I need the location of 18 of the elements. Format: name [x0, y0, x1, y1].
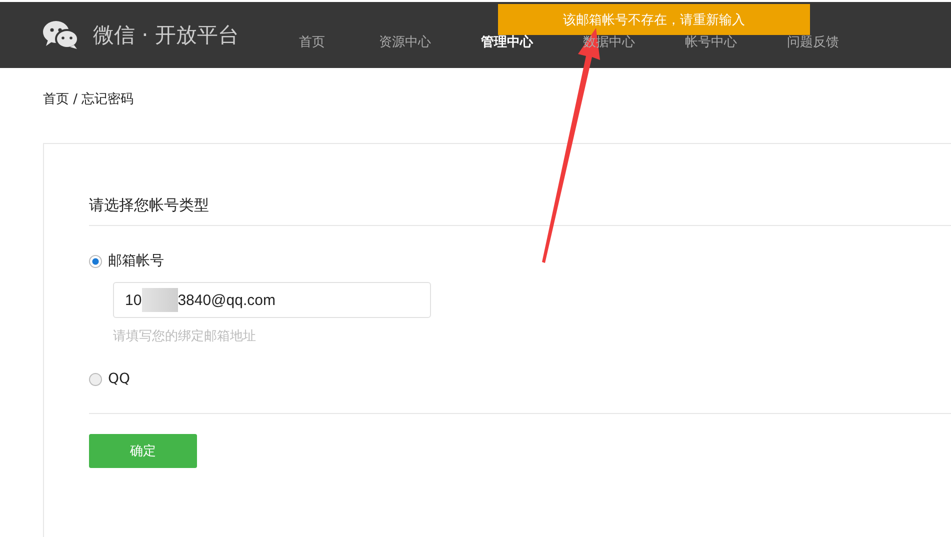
- redaction-blur: [142, 288, 178, 312]
- nav-tab[interactable]: 管理中心: [481, 35, 584, 51]
- nav-tab[interactable]: 资源中心: [379, 35, 482, 51]
- option-label: QQ: [108, 371, 130, 387]
- radio-button[interactable]: [89, 254, 102, 268]
- field-hint: 请填写您的绑定邮箱地址: [113, 328, 257, 345]
- confirm-button[interactable]: 确定: [89, 434, 197, 468]
- nav-tab[interactable]: 问题反馈: [787, 35, 890, 51]
- breadcrumb: 首页 / 忘记密码: [43, 91, 135, 109]
- chat-bubbles-icon: [43, 20, 79, 50]
- nav-tab[interactable]: 首页: [299, 35, 380, 51]
- email-field[interactable]: 10 3840@qq.com: [113, 282, 431, 318]
- error-toast: 该邮箱帐号不存在，请重新输入: [498, 4, 810, 35]
- option-label: 邮箱帐号: [108, 252, 164, 270]
- nav-tab[interactable]: 帐号中心: [685, 35, 788, 51]
- site-title: 微信 · 开放平台: [93, 22, 240, 49]
- radio-button[interactable]: [89, 372, 102, 386]
- section-title: 请选择您帐号类型: [89, 196, 951, 226]
